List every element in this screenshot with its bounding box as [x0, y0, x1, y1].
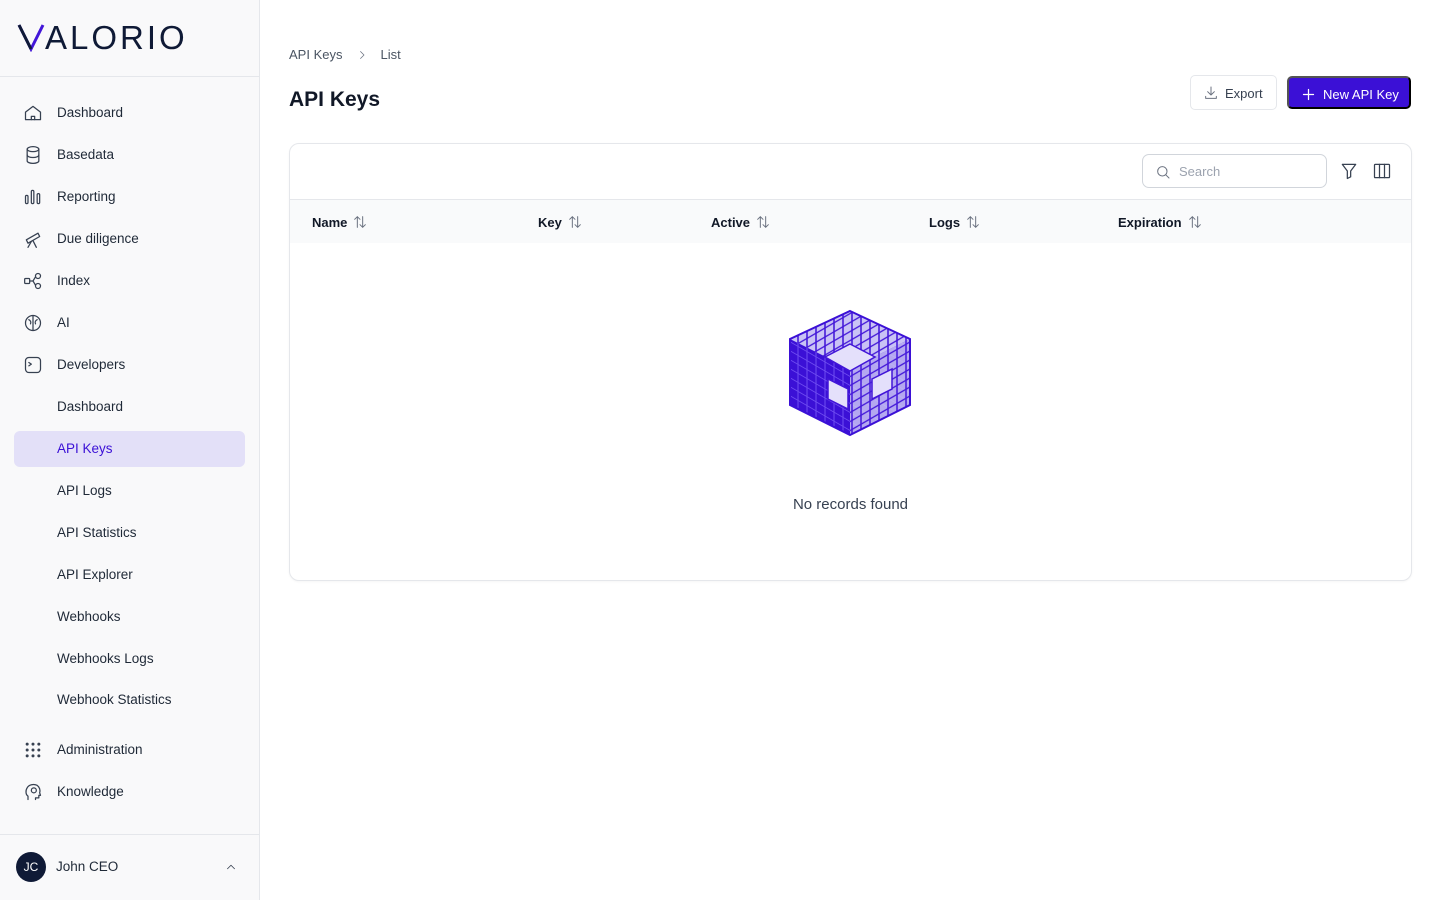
user-menu[interactable]: JC John CEO [0, 834, 259, 900]
sidebar-item-label: Developers [57, 357, 126, 372]
sidebar-item-knowledge[interactable]: Knowledge [14, 774, 245, 810]
avatar: JC [16, 852, 46, 882]
sidebar-item-basedata[interactable]: Basedata [14, 137, 245, 173]
sidebar-item-label: Administration [57, 742, 143, 757]
new-api-key-button[interactable]: New API Key [1287, 76, 1411, 109]
sidebar-item-label: API Logs [57, 483, 112, 498]
logo-text: ALORIO [45, 22, 188, 52]
column-header-logs[interactable]: Logs [929, 214, 981, 230]
sidebar-item-developers[interactable]: Developers [14, 347, 245, 383]
sidebar-item-label: API Keys [57, 441, 113, 456]
sidebar-subitem-webhooks[interactable]: Webhooks [14, 599, 245, 635]
sidebar-item-label: API Explorer [57, 567, 133, 582]
user-name: John CEO [56, 859, 119, 874]
sidebar-subitem-webhooks-logs[interactable]: Webhooks Logs [14, 641, 245, 677]
table-header: Name Key Active Logs Expiration [290, 199, 1411, 243]
terminal-icon [24, 356, 42, 374]
sidebar-item-reporting[interactable]: Reporting [14, 179, 245, 215]
sidebar-item-label: Dashboard [57, 399, 124, 414]
valorio-logo[interactable]: ALORIO [17, 19, 197, 56]
chevron-up-icon[interactable] [224, 860, 238, 874]
filter-icon[interactable] [1339, 161, 1359, 181]
head-icon [25, 783, 42, 801]
sidebar-item-label: Dashboard [57, 105, 124, 120]
sidebar-item-due-diligence[interactable]: Due diligence [14, 221, 245, 257]
sidebar-subitem-api-keys[interactable]: API Keys [14, 431, 245, 467]
sidebar: ALORIO Dashboard Basedata Reporting Due … [0, 0, 260, 900]
sidebar-item-label: Index [57, 273, 91, 288]
column-header-active[interactable]: Active [711, 214, 771, 230]
sidebar-item-label: Reporting [57, 189, 116, 204]
bar-chart-icon [24, 189, 41, 205]
sidebar-item-label: Due diligence [57, 231, 139, 246]
api-keys-table-card: Name Key Active Logs Expiration [289, 143, 1412, 581]
column-header-expiration[interactable]: Expiration [1118, 214, 1203, 230]
sort-icon[interactable] [965, 214, 981, 230]
sidebar-item-label: Webhooks Logs [57, 651, 154, 666]
sidebar-item-dashboard[interactable]: Dashboard [14, 95, 245, 131]
search-input[interactable] [1179, 161, 1319, 181]
sort-icon[interactable] [1187, 214, 1203, 230]
sidebar-subitem-dashboard[interactable]: Dashboard [14, 389, 245, 425]
sort-icon[interactable] [567, 214, 583, 230]
sidebar-item-ai[interactable]: AI [14, 305, 245, 341]
search-box[interactable] [1142, 154, 1327, 188]
empty-state-cube-illustration [789, 309, 911, 437]
sort-icon[interactable] [755, 214, 771, 230]
sidebar-subitem-api-explorer[interactable]: API Explorer [14, 557, 245, 593]
sidebar-item-label: API Statistics [57, 525, 137, 540]
logo-area: ALORIO [0, 0, 259, 77]
sidebar-item-label: Knowledge [57, 784, 124, 799]
export-label: Export [1225, 86, 1263, 101]
chevron-right-icon [360, 50, 365, 59]
breadcrumb-list: List [380, 47, 401, 62]
grid-dots-icon [25, 742, 41, 758]
column-header-name[interactable]: Name [312, 214, 368, 230]
new-api-key-label: New API Key [1323, 87, 1399, 102]
sidebar-item-label: Basedata [57, 147, 115, 162]
sidebar-item-administration[interactable]: Administration [14, 732, 245, 768]
sidebar-item-label: AI [57, 315, 70, 330]
home-icon [24, 105, 42, 121]
breadcrumb: API Keys List [289, 47, 401, 62]
database-icon [26, 146, 40, 164]
sidebar-item-label: Webhook Statistics [57, 692, 172, 707]
columns-icon[interactable] [1372, 161, 1392, 181]
plus-icon [1302, 88, 1315, 101]
network-icon [24, 272, 42, 290]
breadcrumb-api-keys[interactable]: API Keys [289, 47, 342, 62]
column-header-key[interactable]: Key [538, 214, 583, 230]
download-icon [1205, 86, 1217, 99]
sidebar-subitem-webhook-statistics[interactable]: Webhook Statistics [14, 682, 245, 718]
brain-icon [24, 314, 42, 332]
page-title: API Keys [289, 88, 381, 111]
sidebar-item-label: Webhooks [57, 609, 121, 624]
export-button[interactable]: Export [1190, 75, 1277, 110]
sidebar-subitem-api-statistics[interactable]: API Statistics [14, 515, 245, 551]
search-icon [1157, 166, 1170, 179]
sort-icon[interactable] [352, 214, 368, 230]
sidebar-subitem-api-logs[interactable]: API Logs [14, 473, 245, 509]
empty-state-message: No records found [792, 496, 909, 513]
telescope-icon [25, 232, 41, 248]
sidebar-item-index[interactable]: Index [14, 263, 245, 299]
